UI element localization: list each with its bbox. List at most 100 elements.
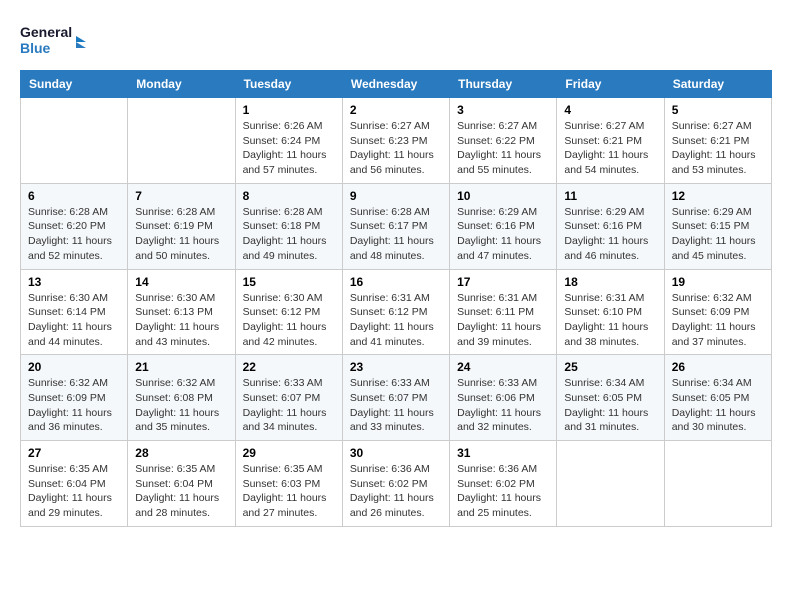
day-info: Sunrise: 6:30 AM Sunset: 6:13 PM Dayligh… xyxy=(135,291,227,350)
day-cell: 10 Sunrise: 6:29 AM Sunset: 6:16 PM Dayli… xyxy=(450,183,557,269)
day-info: Sunrise: 6:28 AM Sunset: 6:17 PM Dayligh… xyxy=(350,205,442,264)
day-cell: 8 Sunrise: 6:28 AM Sunset: 6:18 PM Daylig… xyxy=(235,183,342,269)
header-cell-wednesday: Wednesday xyxy=(342,71,449,98)
week-row-2: 6Sunrise: 6:28 AM Sunset: 6:20 PM Daylig… xyxy=(21,183,772,269)
header-cell-monday: Monday xyxy=(128,71,235,98)
day-info: Sunrise: 6:29 AM Sunset: 6:16 PM Dayligh… xyxy=(457,205,549,264)
week-row-4: 20 Sunrise: 6:32 AM Sunset: 6:09 PM Dayli… xyxy=(21,355,772,441)
svg-text:General: General xyxy=(20,24,72,40)
day-cell: 30Sunrise: 6:36 AM Sunset: 6:02 PM Dayli… xyxy=(342,441,449,527)
day-info: Sunrise: 6:36 AM Sunset: 6:02 PM Dayligh… xyxy=(350,462,442,521)
day-cell: 19 Sunrise: 6:32 AM Sunset: 6:09 PM Dayli… xyxy=(664,269,771,355)
day-cell: 21 Sunrise: 6:32 AM Sunset: 6:08 PM Dayli… xyxy=(128,355,235,441)
day-cell: 25 Sunrise: 6:34 AM Sunset: 6:05 PM Dayli… xyxy=(557,355,664,441)
svg-text:Blue: Blue xyxy=(20,40,51,56)
day-cell: 31Sunrise: 6:36 AM Sunset: 6:02 PM Dayli… xyxy=(450,441,557,527)
day-cell: 3 Sunrise: 6:27 AM Sunset: 6:22 PM Daylig… xyxy=(450,98,557,184)
week-row-5: 27Sunrise: 6:35 AM Sunset: 6:04 PM Dayli… xyxy=(21,441,772,527)
calendar-header: SundayMondayTuesdayWednesdayThursdayFrid… xyxy=(21,71,772,98)
day-cell: 15 Sunrise: 6:30 AM Sunset: 6:12 PM Dayli… xyxy=(235,269,342,355)
day-number: 15 xyxy=(243,275,335,289)
day-cell: 13 Sunrise: 6:30 AM Sunset: 6:14 PM Dayli… xyxy=(21,269,128,355)
day-info: Sunrise: 6:35 AM Sunset: 6:04 PM Dayligh… xyxy=(28,462,120,521)
day-cell: 2 Sunrise: 6:27 AM Sunset: 6:23 PM Daylig… xyxy=(342,98,449,184)
day-cell: 12 Sunrise: 6:29 AM Sunset: 6:15 PM Dayli… xyxy=(664,183,771,269)
day-cell xyxy=(664,441,771,527)
header-cell-friday: Friday xyxy=(557,71,664,98)
day-info: Sunrise: 6:27 AM Sunset: 6:23 PM Dayligh… xyxy=(350,119,442,178)
day-number: 8 xyxy=(243,189,335,203)
day-number: 14 xyxy=(135,275,227,289)
day-number: 16 xyxy=(350,275,442,289)
day-cell: 16Sunrise: 6:31 AM Sunset: 6:12 PM Dayli… xyxy=(342,269,449,355)
day-cell xyxy=(128,98,235,184)
day-number: 6 xyxy=(28,189,120,203)
day-number: 22 xyxy=(243,360,335,374)
day-info: Sunrise: 6:32 AM Sunset: 6:09 PM Dayligh… xyxy=(28,376,120,435)
day-info: Sunrise: 6:36 AM Sunset: 6:02 PM Dayligh… xyxy=(457,462,549,521)
day-number: 1 xyxy=(243,103,335,117)
day-info: Sunrise: 6:27 AM Sunset: 6:22 PM Dayligh… xyxy=(457,119,549,178)
calendar-table: SundayMondayTuesdayWednesdayThursdayFrid… xyxy=(20,70,772,527)
day-info: Sunrise: 6:28 AM Sunset: 6:18 PM Dayligh… xyxy=(243,205,335,264)
day-cell: 26 Sunrise: 6:34 AM Sunset: 6:05 PM Dayli… xyxy=(664,355,771,441)
day-info: Sunrise: 6:34 AM Sunset: 6:05 PM Dayligh… xyxy=(672,376,764,435)
day-cell xyxy=(557,441,664,527)
day-number: 19 xyxy=(672,275,764,289)
day-info: Sunrise: 6:33 AM Sunset: 6:06 PM Dayligh… xyxy=(457,376,549,435)
day-number: 28 xyxy=(135,446,227,460)
page-header: General Blue xyxy=(20,20,772,60)
day-cell: 7Sunrise: 6:28 AM Sunset: 6:19 PM Daylig… xyxy=(128,183,235,269)
day-info: Sunrise: 6:31 AM Sunset: 6:11 PM Dayligh… xyxy=(457,291,549,350)
day-info: Sunrise: 6:32 AM Sunset: 6:08 PM Dayligh… xyxy=(135,376,227,435)
day-info: Sunrise: 6:32 AM Sunset: 6:09 PM Dayligh… xyxy=(672,291,764,350)
day-number: 12 xyxy=(672,189,764,203)
day-cell: 5Sunrise: 6:27 AM Sunset: 6:21 PM Daylig… xyxy=(664,98,771,184)
day-number: 5 xyxy=(672,103,764,117)
day-info: Sunrise: 6:29 AM Sunset: 6:15 PM Dayligh… xyxy=(672,205,764,264)
day-cell xyxy=(21,98,128,184)
header-cell-sunday: Sunday xyxy=(21,71,128,98)
logo: General Blue xyxy=(20,20,90,60)
day-info: Sunrise: 6:29 AM Sunset: 6:16 PM Dayligh… xyxy=(564,205,656,264)
header-cell-tuesday: Tuesday xyxy=(235,71,342,98)
day-number: 23 xyxy=(350,360,442,374)
day-info: Sunrise: 6:28 AM Sunset: 6:19 PM Dayligh… xyxy=(135,205,227,264)
day-number: 26 xyxy=(672,360,764,374)
day-cell: 27Sunrise: 6:35 AM Sunset: 6:04 PM Dayli… xyxy=(21,441,128,527)
header-row: SundayMondayTuesdayWednesdayThursdayFrid… xyxy=(21,71,772,98)
day-number: 20 xyxy=(28,360,120,374)
day-cell: 11Sunrise: 6:29 AM Sunset: 6:16 PM Dayli… xyxy=(557,183,664,269)
week-row-1: 1Sunrise: 6:26 AM Sunset: 6:24 PM Daylig… xyxy=(21,98,772,184)
day-cell: 4 Sunrise: 6:27 AM Sunset: 6:21 PM Daylig… xyxy=(557,98,664,184)
day-number: 9 xyxy=(350,189,442,203)
day-cell: 6Sunrise: 6:28 AM Sunset: 6:20 PM Daylig… xyxy=(21,183,128,269)
day-info: Sunrise: 6:31 AM Sunset: 6:10 PM Dayligh… xyxy=(564,291,656,350)
day-cell: 20 Sunrise: 6:32 AM Sunset: 6:09 PM Dayli… xyxy=(21,355,128,441)
day-info: Sunrise: 6:34 AM Sunset: 6:05 PM Dayligh… xyxy=(564,376,656,435)
day-info: Sunrise: 6:35 AM Sunset: 6:03 PM Dayligh… xyxy=(243,462,335,521)
day-cell: 14 Sunrise: 6:30 AM Sunset: 6:13 PM Dayli… xyxy=(128,269,235,355)
header-cell-thursday: Thursday xyxy=(450,71,557,98)
day-info: Sunrise: 6:27 AM Sunset: 6:21 PM Dayligh… xyxy=(564,119,656,178)
day-cell: 23Sunrise: 6:33 AM Sunset: 6:07 PM Dayli… xyxy=(342,355,449,441)
day-cell: 28 Sunrise: 6:35 AM Sunset: 6:04 PM Dayli… xyxy=(128,441,235,527)
day-info: Sunrise: 6:30 AM Sunset: 6:14 PM Dayligh… xyxy=(28,291,120,350)
day-cell: 18 Sunrise: 6:31 AM Sunset: 6:10 PM Dayli… xyxy=(557,269,664,355)
day-info: Sunrise: 6:33 AM Sunset: 6:07 PM Dayligh… xyxy=(243,376,335,435)
day-number: 10 xyxy=(457,189,549,203)
day-number: 21 xyxy=(135,360,227,374)
day-number: 13 xyxy=(28,275,120,289)
logo-svg: General Blue xyxy=(20,20,90,60)
day-number: 18 xyxy=(564,275,656,289)
day-cell: 1Sunrise: 6:26 AM Sunset: 6:24 PM Daylig… xyxy=(235,98,342,184)
day-number: 2 xyxy=(350,103,442,117)
day-number: 3 xyxy=(457,103,549,117)
day-cell: 9 Sunrise: 6:28 AM Sunset: 6:17 PM Daylig… xyxy=(342,183,449,269)
day-number: 4 xyxy=(564,103,656,117)
day-info: Sunrise: 6:30 AM Sunset: 6:12 PM Dayligh… xyxy=(243,291,335,350)
day-info: Sunrise: 6:35 AM Sunset: 6:04 PM Dayligh… xyxy=(135,462,227,521)
header-cell-saturday: Saturday xyxy=(664,71,771,98)
day-number: 25 xyxy=(564,360,656,374)
day-number: 17 xyxy=(457,275,549,289)
